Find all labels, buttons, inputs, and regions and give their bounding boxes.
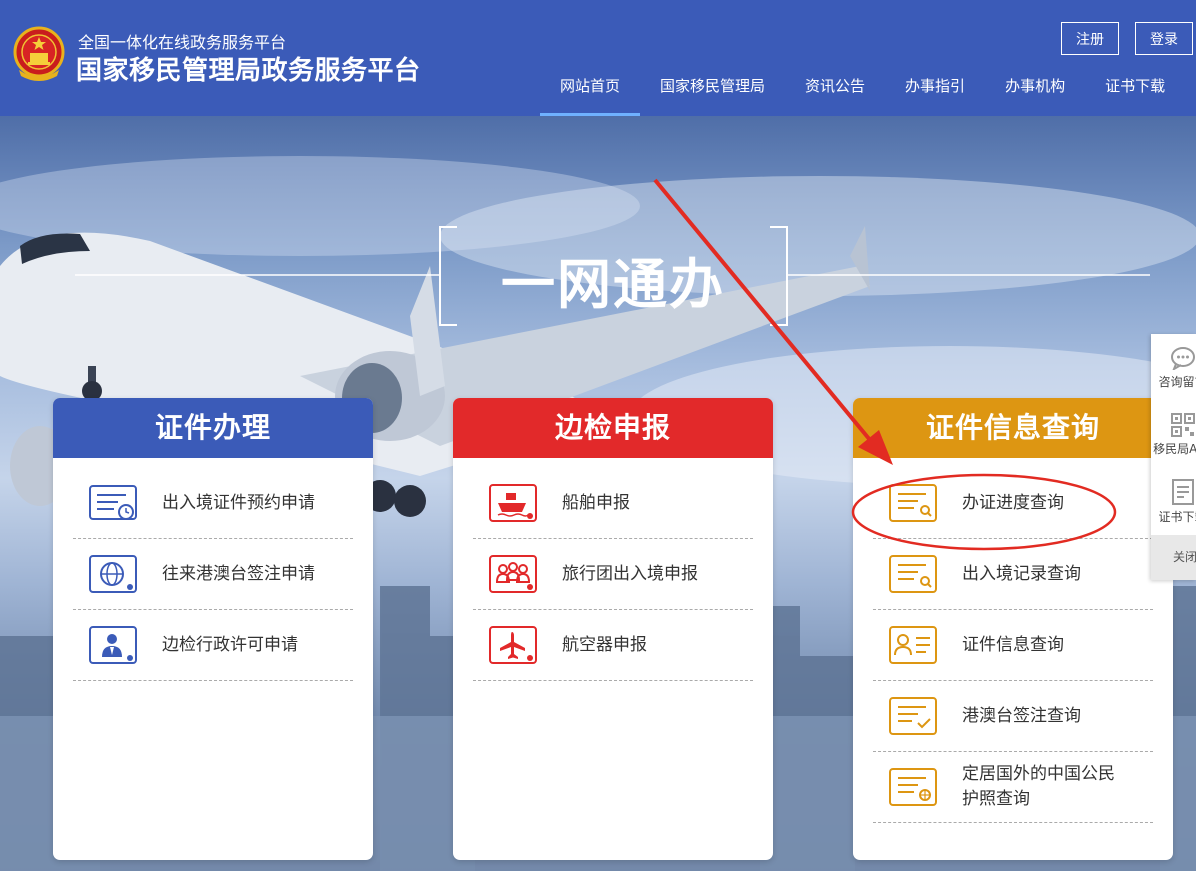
side-panel-close-button[interactable]: 关闭: [1151, 535, 1196, 580]
list-item[interactable]: 出入境记录查询: [873, 539, 1153, 610]
certificate-icon: [1171, 478, 1194, 505]
card-list: 办证进度查询 出入境记录查询 证件信息查询 港澳台签注查询 定居国外的中国公民 …: [853, 458, 1173, 823]
card-certificate-processing: 证件办理 出入境证件预约申请 往来港澳台签注申请 边检行政许可申请: [53, 398, 373, 860]
globe-icon: [88, 554, 140, 594]
nav-item-guide[interactable]: 办事指引: [885, 62, 985, 116]
id-card-icon: [888, 625, 940, 665]
passport-globe-icon: [888, 767, 940, 807]
side-item-certificate[interactable]: 证书下载: [1158, 468, 1196, 535]
side-item-label: 移民局APP: [1153, 441, 1196, 456]
list-item-label: 船舶申报: [562, 492, 630, 513]
side-item-app[interactable]: 移民局APP: [1153, 401, 1196, 468]
nav-item-nia[interactable]: 国家移民管理局: [640, 62, 785, 116]
platform-title[interactable]: 国家移民管理局政务服务平台: [76, 50, 421, 87]
nav-item-certificate-download[interactable]: 证书下载: [1085, 62, 1185, 116]
list-item[interactable]: 港澳台签注查询: [873, 681, 1153, 752]
card-certificate-inquiry: 证件信息查询 办证进度查询 出入境记录查询 证件信息查询 港澳台签注查询 定居国…: [853, 398, 1173, 860]
site-header: 全国一体化在线政务服务平台 国家移民管理局政务服务平台 注册 登录 网站首页 国…: [0, 0, 1196, 116]
nav-item-home[interactable]: 网站首页: [540, 62, 641, 116]
ship-icon: [488, 483, 540, 523]
list-item-label: 出入境证件预约申请: [162, 492, 315, 513]
document-check-icon: [888, 696, 940, 736]
register-button[interactable]: 注册: [1061, 22, 1119, 55]
list-item-label: 证件信息查询: [962, 634, 1064, 655]
main-nav: 网站首页 国家移民管理局 资讯公告 办事指引 办事机构 证书下载: [540, 62, 1185, 116]
list-item[interactable]: 旅行团出入境申报: [473, 539, 753, 610]
tour-group-icon: [488, 554, 540, 594]
list-item[interactable]: 边检行政许可申请: [73, 610, 353, 681]
record-search-icon: [888, 554, 940, 594]
card-title: 证件信息查询: [853, 398, 1173, 458]
list-item[interactable]: 出入境证件预约申请: [73, 468, 353, 539]
card-title: 证件办理: [53, 398, 373, 458]
list-item-label: 边检行政许可申请: [162, 634, 298, 655]
card-title: 边检申报: [453, 398, 773, 458]
card-border-declaration: 边检申报 船舶申报 旅行团出入境申报 航空器申报: [453, 398, 773, 860]
nav-item-offices[interactable]: 办事机构: [985, 62, 1085, 116]
side-item-label: 证书下载: [1158, 509, 1196, 524]
list-item[interactable]: 办证进度查询: [873, 468, 1153, 539]
list-item[interactable]: 定居国外的中国公民 护照查询: [873, 752, 1153, 823]
officer-badge-icon: [88, 625, 140, 665]
floating-side-panel: 咨询留言 移民局APP 证书下载 关闭: [1151, 334, 1196, 580]
airplane-icon: [488, 625, 540, 665]
list-item[interactable]: 船舶申报: [473, 468, 753, 539]
chat-bubble-icon: [1170, 346, 1195, 370]
calendar-clock-icon: [88, 483, 140, 523]
list-item[interactable]: 往来港澳台签注申请: [73, 539, 353, 610]
nav-item-news[interactable]: 资讯公告: [785, 62, 885, 116]
list-item-label: 出入境记录查询: [962, 563, 1081, 584]
side-item-label: 咨询留言: [1158, 374, 1196, 389]
list-item-label: 往来港澳台签注申请: [162, 563, 315, 584]
hero-slogan: 一网通办: [501, 253, 725, 316]
list-item-label: 定居国外的中国公民 护照查询: [962, 764, 1115, 809]
list-item-label: 旅行团出入境申报: [562, 563, 698, 584]
card-list: 船舶申报 旅行团出入境申报 航空器申报: [453, 458, 773, 681]
card-list: 出入境证件预约申请 往来港澳台签注申请 边检行政许可申请: [53, 458, 373, 681]
document-search-icon: [888, 483, 940, 523]
list-item-label: 办证进度查询: [962, 492, 1064, 513]
list-item[interactable]: 证件信息查询: [873, 610, 1153, 681]
side-item-consult[interactable]: 咨询留言: [1158, 334, 1196, 401]
login-button[interactable]: 登录: [1135, 22, 1193, 55]
national-emblem-icon[interactable]: [13, 26, 65, 82]
qr-code-icon: [1170, 412, 1195, 437]
list-item-label: 港澳台签注查询: [962, 705, 1081, 726]
list-item[interactable]: 航空器申报: [473, 610, 753, 681]
list-item-label: 航空器申报: [562, 634, 647, 655]
